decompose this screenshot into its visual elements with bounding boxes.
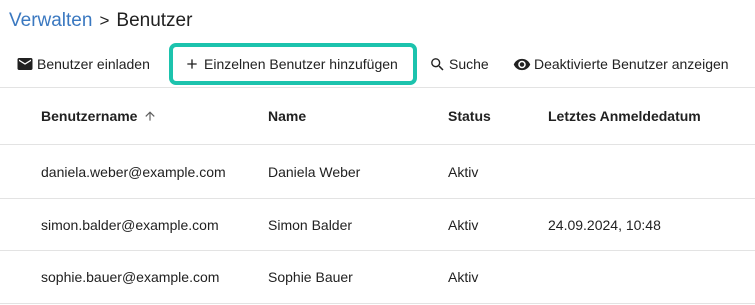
page-title: Benutzer [116,10,193,31]
mail-icon [16,55,34,73]
cell-name: Daniela Weber [268,163,361,180]
search-icon [428,55,446,73]
plus-icon [183,55,201,73]
table-row[interactable]: daniela.weber@example.com Daniela Weber … [0,145,755,198]
breadcrumb-separator: > [99,11,110,30]
column-header-name[interactable]: Name [268,88,306,144]
cell-username: simon.balder@example.com [41,216,219,233]
cell-last-login: 24.09.2024, 10:48 [548,216,661,233]
toolbar: Benutzer einladen Einzelnen Benutzer hin… [0,43,755,85]
cell-username: daniela.weber@example.com [41,163,226,180]
table-row[interactable]: simon.balder@example.com Simon Balder Ak… [0,198,755,251]
invite-users-label: Benutzer einladen [37,56,150,72]
show-deactivated-users-label: Deaktivierte Benutzer anzeigen [534,56,729,72]
table-row[interactable]: sophie.bauer@example.com Sophie Bauer Ak… [0,250,755,303]
search-button[interactable]: Suche [428,44,489,84]
cell-name: Sophie Bauer [268,268,353,285]
cell-status: Aktiv [448,163,479,180]
cell-status: Aktiv [448,216,479,233]
breadcrumb: Verwalten > Benutzer [9,8,192,34]
add-single-user-button[interactable]: Einzelnen Benutzer hinzufügen [169,43,417,85]
column-header-username[interactable]: Benutzername [41,88,157,144]
table-header: Benutzername Name Status Letztes Anmelde… [0,88,755,144]
cell-username: sophie.bauer@example.com [41,268,220,285]
add-single-user-label: Einzelnen Benutzer hinzufügen [204,56,398,72]
column-header-status[interactable]: Status [448,88,491,144]
cell-status: Aktiv [448,268,479,285]
eye-icon [513,55,531,73]
column-header-last-login[interactable]: Letztes Anmeldedatum [548,88,701,144]
invite-users-button[interactable]: Benutzer einladen [16,44,150,84]
cell-name: Simon Balder [268,216,353,233]
show-deactivated-users-button[interactable]: Deaktivierte Benutzer anzeigen [513,44,729,84]
sort-ascending-icon[interactable] [143,109,157,123]
search-label: Suche [449,56,489,72]
breadcrumb-link-verwalten[interactable]: Verwalten [9,10,92,32]
row-divider [0,303,755,304]
